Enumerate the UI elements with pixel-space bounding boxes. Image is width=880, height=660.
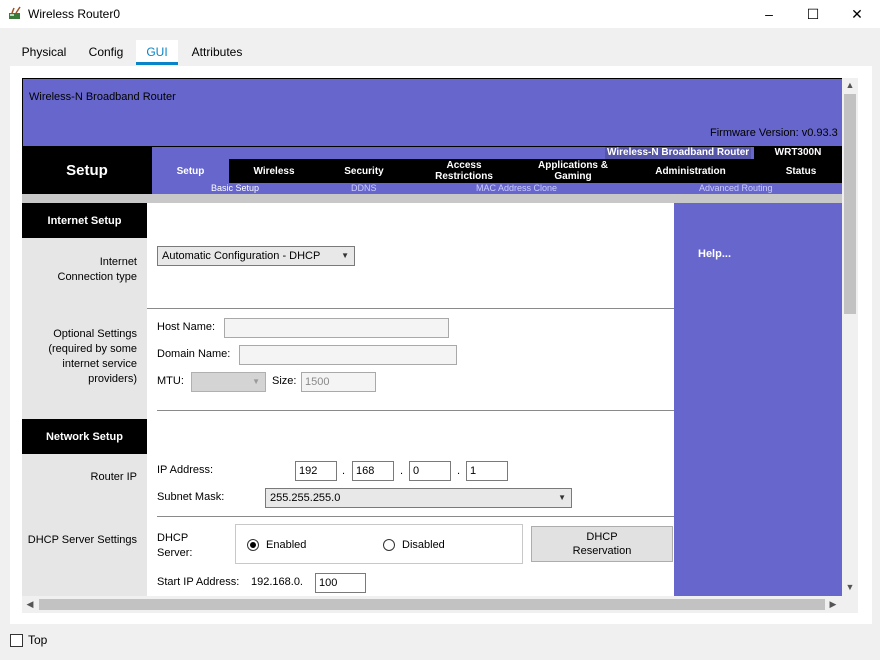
subnet-mask-value: 255.255.255.0 — [270, 492, 341, 504]
connection-type-label: Internet Connection type — [57, 256, 138, 283]
minimize-button[interactable]: – — [746, 0, 792, 28]
nav-setup[interactable]: Setup — [152, 159, 229, 183]
tab-physical[interactable]: Physical — [12, 40, 76, 65]
start-ip-label: Start IP Address: — [157, 576, 240, 588]
nav-applications-gaming[interactable]: Applications & Gaming — [527, 159, 619, 183]
section-title: Setup — [22, 147, 152, 194]
subnet-mask-select[interactable]: 255.255.255.0 ▼ — [265, 488, 572, 508]
size-label: Size: — [272, 375, 297, 387]
scroll-left-icon[interactable]: ◀ — [24, 599, 36, 610]
host-name-input[interactable] — [224, 318, 449, 338]
connection-type-value: Automatic Configuration - DHCP — [162, 250, 321, 262]
active-tab-indicator — [136, 62, 178, 65]
ip-dot: . — [400, 465, 404, 477]
nav-status[interactable]: Status — [762, 159, 840, 183]
firmware-version: Firmware Version: v0.93.3 — [710, 127, 838, 139]
nav-access-restrictions[interactable]: Access Restrictions — [419, 159, 509, 183]
router-app-icon — [9, 6, 21, 19]
host-name-label: Host Name: — [157, 321, 216, 333]
subnav-mac-address-clone[interactable]: MAC Address Clone — [476, 183, 557, 194]
chevron-down-icon: ▼ — [558, 493, 566, 502]
scroll-up-icon[interactable]: ▲ — [842, 80, 858, 90]
enabled-label: Enabled — [266, 539, 307, 551]
nav-security[interactable]: Security — [319, 159, 409, 183]
divider — [147, 308, 674, 309]
optional-settings-label: Optional Settings (required by some inte… — [48, 328, 137, 385]
close-icon: ✕ — [851, 5, 863, 22]
nav-administration[interactable]: Administration — [639, 159, 742, 183]
dhcp-disabled-radio[interactable] — [383, 539, 395, 551]
router-header-title: Wireless-N Broadband Router — [29, 91, 176, 103]
router-ip-label: Router IP — [90, 471, 137, 483]
product-name: Wireless-N Broadband Router — [605, 147, 752, 159]
help-panel — [674, 203, 842, 596]
subnet-mask-label: Subnet Mask: — [157, 491, 225, 503]
model-name: WRT300N — [754, 147, 842, 159]
router-web-page: Wireless-N Broadband Router Firmware Ver… — [22, 78, 842, 596]
window-title: Wireless Router0 — [28, 7, 121, 21]
separator-bar — [22, 194, 842, 203]
disabled-label: Disabled — [402, 539, 445, 551]
tab-config[interactable]: Config — [78, 40, 134, 65]
minimize-icon: – — [765, 6, 773, 22]
domain-name-label: Domain Name: — [157, 348, 231, 360]
ip-octet-1-input[interactable]: 192 — [295, 461, 337, 481]
tab-attributes[interactable]: Attributes — [180, 40, 254, 65]
chevron-down-icon: ▼ — [341, 251, 349, 260]
radio-selected-dot — [250, 542, 256, 548]
network-setup-heading: Network Setup — [22, 419, 147, 454]
mtu-label: MTU: — [157, 375, 184, 387]
chevron-down-icon: ▼ — [252, 377, 260, 386]
dhcp-server-label: DHCP Server: — [157, 532, 193, 559]
connection-type-select[interactable]: Automatic Configuration - DHCP ▼ — [157, 246, 355, 266]
ip-dot: . — [342, 465, 346, 477]
domain-name-input[interactable] — [239, 345, 457, 365]
ip-octet-4-input[interactable]: 1 — [466, 461, 508, 481]
size-input[interactable]: 1500 — [301, 372, 376, 392]
subnav-ddns[interactable]: DDNS — [351, 183, 377, 194]
horizontal-scrollbar[interactable]: ◀ ▶ — [22, 596, 842, 613]
start-ip-prefix: 192.168.0. — [251, 576, 303, 588]
dhcp-reservation-button[interactable]: DHCP Reservation — [531, 526, 673, 562]
scroll-down-icon[interactable]: ▼ — [842, 582, 858, 592]
scroll-right-icon[interactable]: ▶ — [827, 599, 839, 610]
mtu-select[interactable]: ▼ — [191, 372, 266, 392]
divider — [157, 516, 674, 517]
ip-octet-2-input[interactable]: 168 — [352, 461, 394, 481]
maximize-button[interactable]: ☐ — [790, 0, 836, 28]
help-link[interactable]: Help... — [698, 248, 731, 260]
ip-address-label: IP Address: — [157, 464, 214, 476]
ip-octet-3-input[interactable]: 0 — [409, 461, 451, 481]
top-checkbox[interactable] — [10, 634, 23, 647]
subnav-basic-setup[interactable]: Basic Setup — [211, 183, 259, 194]
tab-gui[interactable]: GUI — [136, 40, 178, 65]
vertical-scrollbar[interactable]: ▲ ▼ — [842, 78, 858, 596]
dhcp-reservation-label: DHCP Reservation — [572, 531, 632, 557]
horizontal-scroll-thumb[interactable] — [39, 599, 825, 610]
nav-wireless[interactable]: Wireless — [229, 159, 319, 183]
internet-setup-heading: Internet Setup — [22, 203, 147, 238]
scroll-corner — [842, 596, 858, 613]
close-button[interactable]: ✕ — [834, 0, 880, 28]
maximize-icon: ☐ — [806, 5, 820, 22]
tab-gui-label: GUI — [146, 45, 168, 59]
dhcp-enabled-radio[interactable] — [247, 539, 259, 551]
top-checkbox-label: Top — [28, 633, 48, 647]
subnav-advanced-routing[interactable]: Advanced Routing — [699, 183, 773, 194]
start-ip-input[interactable]: 100 — [315, 573, 366, 593]
divider — [157, 410, 674, 411]
dhcp-server-settings-label: DHCP Server Settings — [27, 534, 137, 546]
vertical-scroll-thumb[interactable] — [844, 94, 856, 314]
ip-dot: . — [457, 465, 461, 477]
